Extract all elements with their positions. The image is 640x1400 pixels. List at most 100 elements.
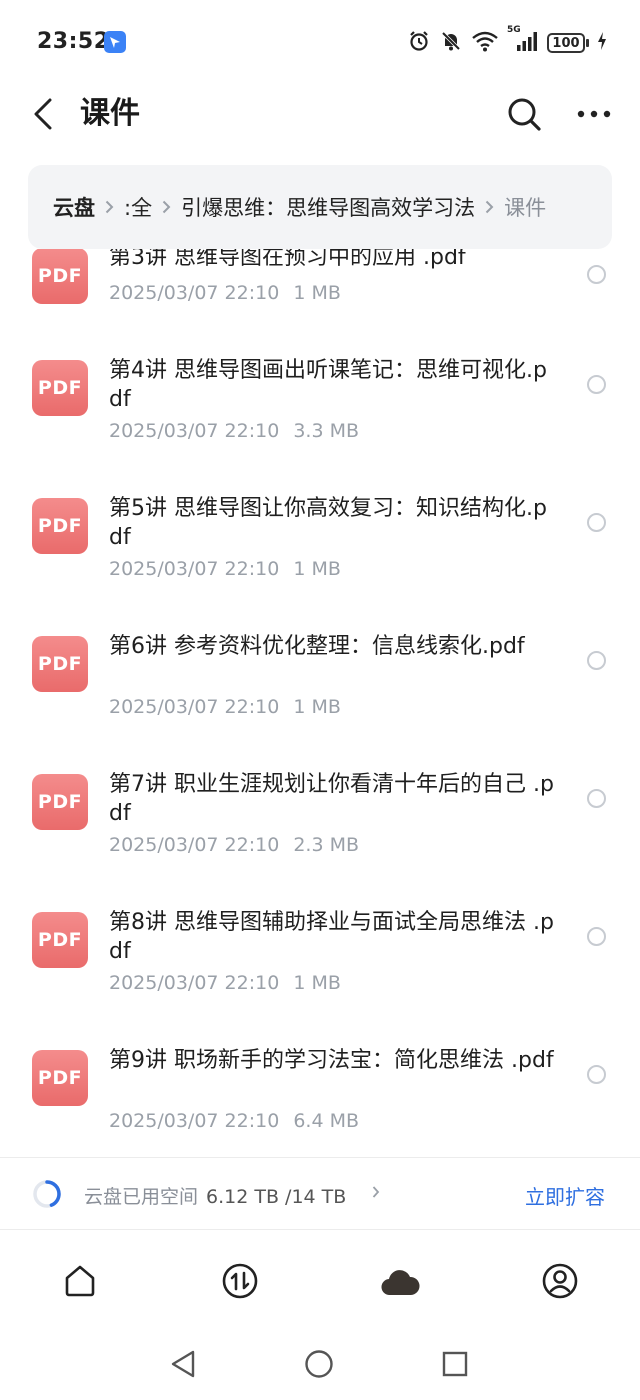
square-recents-icon — [442, 1351, 468, 1377]
storage-label: 云盘已用空间 6.12 TB /14 TB — [84, 1182, 346, 1209]
select-radio[interactable] — [587, 1065, 606, 1084]
signal-icon: 5G — [507, 25, 539, 57]
pdf-file-icon: PDF — [32, 912, 88, 968]
file-size: 1 MB — [293, 972, 341, 994]
tab-cloud[interactable] — [380, 1261, 420, 1301]
storage-usage-ring — [33, 1180, 61, 1208]
system-home-button[interactable] — [304, 1349, 334, 1379]
chevron-right-icon — [162, 200, 171, 214]
battery-level: 100 — [547, 33, 585, 53]
status-icons: 5G 100 — [407, 25, 607, 57]
transfer-icon — [222, 1263, 258, 1299]
pdf-file-icon: PDF — [32, 249, 88, 304]
chevron-right-icon — [105, 200, 114, 214]
pdf-file-icon: PDF — [32, 774, 88, 830]
file-name: 第5讲 思维导图让你高效复习：知识结构化.pdf — [109, 496, 547, 550]
file-size: 3.3 MB — [293, 420, 359, 442]
triangle-back-icon — [171, 1350, 195, 1378]
file-meta: 2025/03/07 22:10 1 MB — [109, 558, 341, 580]
select-radio[interactable] — [587, 789, 606, 808]
select-radio[interactable] — [587, 265, 606, 284]
file-name: 第6讲 参考资料优化整理：信息线索化.pdf — [109, 634, 525, 659]
select-radio[interactable] — [587, 513, 606, 532]
header: 课件 — [0, 86, 640, 162]
list-item[interactable]: PDF 第8讲 思维导图辅助择业与面试全局思维法 .pdf 2025/03/07… — [0, 886, 640, 1024]
file-meta: 2025/03/07 22:10 2.3 MB — [109, 834, 359, 856]
list-item[interactable]: PDF 第7讲 职业生涯规划让你看清十年后的自己 .pdf 2025/03/07… — [0, 748, 640, 886]
breadcrumb-item[interactable]: 引爆思维：思维导图高效学习法 — [181, 192, 475, 222]
battery-icon: 100 — [547, 33, 589, 53]
file-size: 1 MB — [293, 696, 341, 718]
mute-icon — [439, 29, 463, 57]
file-name: 第9讲 职场新手的学习法宝：简化思维法 .pdf — [109, 1048, 554, 1073]
file-date: 2025/03/07 22:10 — [109, 834, 280, 856]
file-name: 第7讲 职业生涯规划让你看清十年后的自己 .pdf — [109, 772, 554, 826]
chevron-right-icon — [485, 200, 494, 214]
home-icon — [65, 1265, 95, 1297]
wifi-icon — [471, 29, 499, 57]
file-date: 2025/03/07 22:10 — [109, 558, 280, 580]
storage-bar[interactable]: 云盘已用空间 6.12 TB /14 TB 立即扩容 — [0, 1157, 640, 1230]
tab-home[interactable] — [60, 1261, 100, 1301]
system-back-button[interactable] — [168, 1349, 198, 1379]
list-item[interactable]: PDF 第4讲 思维导图画出听课笔记：思维可视化.pdf 2025/03/07 … — [0, 334, 640, 472]
list-item[interactable]: PDF 第5讲 思维导图让你高效复习：知识结构化.pdf 2025/03/07 … — [0, 472, 640, 610]
breadcrumb: 云盘 :全 引爆思维：思维导图高效学习法 课件 — [28, 165, 612, 249]
file-name: 第8讲 思维导图辅助择业与面试全局思维法 .pdf — [109, 910, 554, 964]
page-title: 课件 — [80, 96, 140, 131]
list-item[interactable]: PDF 第9讲 职场新手的学习法宝：简化思维法 .pdf 2025/03/07 … — [0, 1024, 640, 1156]
select-radio[interactable] — [587, 651, 606, 670]
system-navigation — [0, 1331, 640, 1400]
profile-icon — [542, 1263, 578, 1299]
search-button[interactable] — [504, 94, 544, 134]
status-time: 23:52 — [37, 29, 110, 54]
file-meta: 2025/03/07 22:10 6.4 MB — [109, 1110, 359, 1132]
storage-value: 6.12 TB /14 TB — [206, 1186, 347, 1208]
file-size: 1 MB — [293, 282, 341, 304]
more-icon — [577, 110, 611, 118]
search-icon — [508, 98, 541, 131]
file-date: 2025/03/07 22:10 — [109, 972, 280, 994]
storage-label-text: 云盘已用空间 — [84, 1186, 199, 1208]
charging-icon — [597, 31, 607, 55]
system-recents-button[interactable] — [440, 1349, 470, 1379]
file-meta: 2025/03/07 22:10 1 MB — [109, 282, 341, 304]
select-radio[interactable] — [587, 927, 606, 946]
alarm-icon — [407, 29, 431, 57]
file-name: 第3讲 思维导图在预习中的应用 .pdf — [109, 249, 466, 270]
file-date: 2025/03/07 22:10 — [109, 282, 280, 304]
list-item[interactable]: PDF 第6讲 参考资料优化整理：信息线索化.pdf 2025/03/07 22… — [0, 610, 640, 748]
select-radio[interactable] — [587, 375, 606, 394]
tab-profile[interactable] — [540, 1261, 580, 1301]
file-meta: 2025/03/07 22:10 3.3 MB — [109, 420, 359, 442]
cloud-icon — [381, 1270, 420, 1296]
network-type: 5G — [507, 25, 521, 35]
tab-bar — [0, 1231, 640, 1331]
file-name: 第4讲 思维导图画出听课笔记：思维可视化.pdf — [109, 358, 547, 412]
circle-home-icon — [305, 1350, 333, 1378]
back-icon — [34, 98, 52, 130]
tab-transfer[interactable] — [220, 1261, 260, 1301]
expand-storage-link[interactable]: 立即扩容 — [525, 1181, 605, 1210]
pdf-file-icon: PDF — [32, 636, 88, 692]
file-date: 2025/03/07 22:10 — [109, 1110, 280, 1132]
breadcrumb-item[interactable]: :全 — [124, 192, 152, 222]
more-button[interactable] — [574, 94, 614, 134]
status-bar: 23:52 5G 100 — [0, 0, 640, 86]
list-item[interactable]: PDF 第3讲 思维导图在预习中的应用 .pdf 2025/03/07 22:1… — [0, 249, 640, 304]
file-date: 2025/03/07 22:10 — [109, 420, 280, 442]
pdf-file-icon: PDF — [32, 360, 88, 416]
pdf-file-icon: PDF — [32, 498, 88, 554]
chevron-right-icon — [372, 1184, 380, 1203]
app-notification-icon — [104, 31, 126, 53]
back-button[interactable] — [26, 94, 60, 134]
file-meta: 2025/03/07 22:10 1 MB — [109, 696, 341, 718]
file-size: 1 MB — [293, 558, 341, 580]
file-size: 6.4 MB — [293, 1110, 359, 1132]
file-date: 2025/03/07 22:10 — [109, 696, 280, 718]
file-meta: 2025/03/07 22:10 1 MB — [109, 972, 341, 994]
breadcrumb-root[interactable]: 云盘 — [53, 192, 95, 222]
breadcrumb-current: 课件 — [504, 196, 547, 220]
pdf-file-icon: PDF — [32, 1050, 88, 1106]
file-size: 2.3 MB — [293, 834, 359, 856]
